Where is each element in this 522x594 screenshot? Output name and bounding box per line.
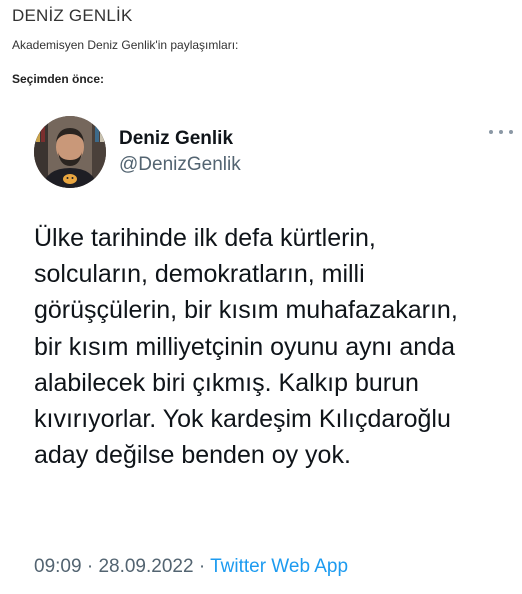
meta-separator: · [198,556,206,577]
tweet-time[interactable]: 09:09 [34,556,82,577]
avatar-photo [34,116,106,188]
tweet-text-line: görüşçülerin, bir kısım muhafazakarın, [34,296,458,325]
tweet-text-line: bir kısım milliyetçinin oyunu aynı anda [34,332,456,361]
tweet-text-line: alabilecek biri çıkmış. Kalkıp burun [34,368,419,397]
tweet-text-line: solcuların, demokratların, milli [34,260,365,289]
tweet-meta: 09:09 · 28.09.2022 · Twitter Web App [34,556,348,578]
tweet-text: Ülke tarihinde ilk defa kürtlerin, solcu… [34,220,504,473]
more-horizontal-icon[interactable] [489,126,513,138]
tweet-text-line: kıvırıyorlar. Yok kardeşim Kılıçdaroğlu [34,405,451,434]
more-dot [499,130,503,134]
article-title: DENİZ GENLİK [12,6,133,25]
tweet-text-line: Ülke tarihinde ilk defa kürtlerin, [34,224,376,252]
tweet-date[interactable]: 28.09.2022 [98,556,193,577]
avatar[interactable] [34,116,106,188]
section-label: Seçimden önce: [12,72,105,86]
tweet-card: Deniz Genlik @DenizGenlik Ülke tarihinde… [0,96,522,594]
article-subtitle: Akademisyen Deniz Genlik'in paylaşımları… [12,38,239,52]
more-dot [489,130,493,134]
author-handle[interactable]: @DenizGenlik [119,154,241,176]
meta-separator: · [86,556,94,577]
tweet-text-line: aday değilse benden oy yok. [34,441,351,470]
tweet-source-link[interactable]: Twitter Web App [210,556,348,577]
author-name[interactable]: Deniz Genlik [119,128,233,150]
more-dot [509,130,513,134]
